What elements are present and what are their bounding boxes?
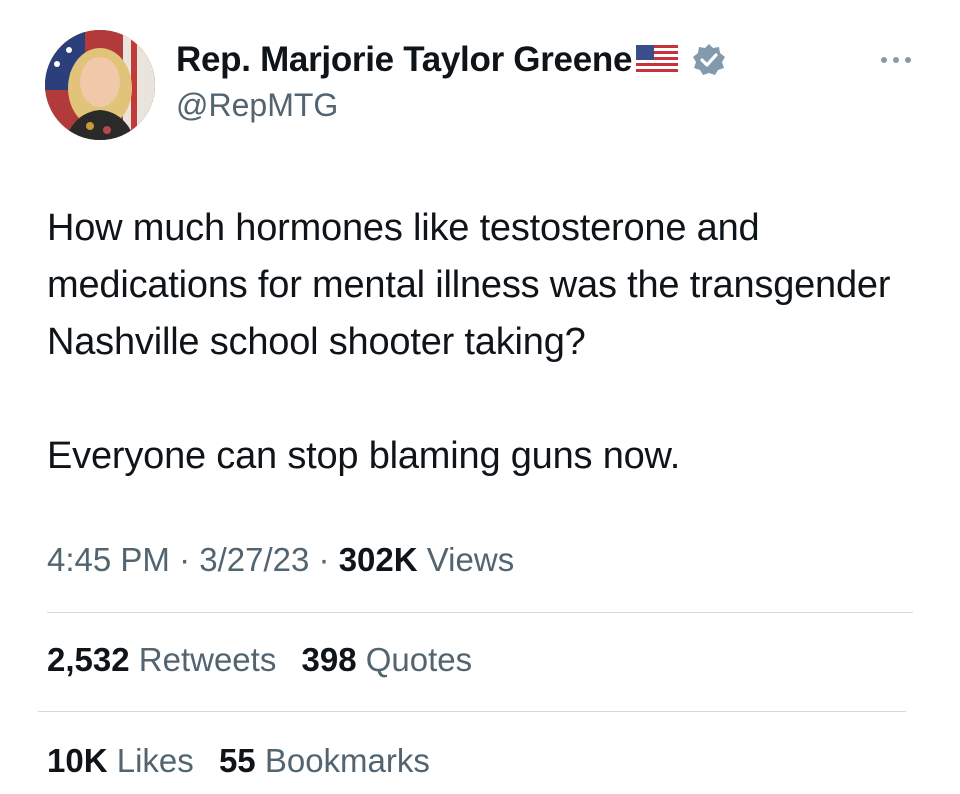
tweet-paragraph: How much hormones like testosterone and … <box>47 207 891 363</box>
retweets-label: Retweets <box>138 641 277 678</box>
tweet-paragraph: Everyone can stop blaming guns now. <box>47 435 681 477</box>
avatar-photo <box>45 30 155 140</box>
avatar[interactable] <box>45 30 155 140</box>
quotes-label: Quotes <box>365 641 473 678</box>
retweets-count: 2,532 <box>47 641 130 678</box>
retweets-stat[interactable]: 2,532 Retweets <box>47 641 276 679</box>
bookmarks-count: 55 <box>218 742 256 779</box>
likes-label: Likes <box>116 742 194 779</box>
author-name-row[interactable]: Rep. Marjorie Taylor Greene <box>176 40 726 80</box>
meta-separator: · <box>318 541 330 578</box>
bookmarks-label: Bookmarks <box>264 742 430 779</box>
engagement-row-1: 2,532 Retweets 398 Quotes <box>47 641 488 679</box>
tweet-meta: 4:45 PM · 3/27/23 · 302K Views <box>47 541 514 579</box>
us-flag-icon <box>636 45 679 75</box>
meta-separator: · <box>179 541 191 578</box>
quotes-stat[interactable]: 398 Quotes <box>302 641 473 679</box>
author-handle[interactable]: @RepMTG <box>176 87 338 124</box>
divider <box>47 612 913 613</box>
engagement-row-2: 10K Likes 55 Bookmarks <box>47 742 446 780</box>
verified-badge-icon[interactable] <box>692 43 726 77</box>
author-display-name[interactable]: Rep. Marjorie Taylor Greene <box>176 40 632 80</box>
tweet-text: How much hormones like testosterone and … <box>47 200 927 485</box>
tweet-date[interactable]: 3/27/23 <box>199 541 309 578</box>
more-options-icon[interactable] <box>876 50 916 70</box>
likes-count: 10K <box>47 742 108 779</box>
views-label: Views <box>426 541 515 578</box>
views-count: 302K <box>338 541 418 578</box>
quotes-count: 398 <box>301 641 357 678</box>
likes-stat[interactable]: 10K Likes <box>47 742 194 780</box>
tweet-time[interactable]: 4:45 PM <box>47 541 170 578</box>
bookmarks-stat[interactable]: 55 Bookmarks <box>219 742 430 780</box>
divider <box>38 711 906 712</box>
